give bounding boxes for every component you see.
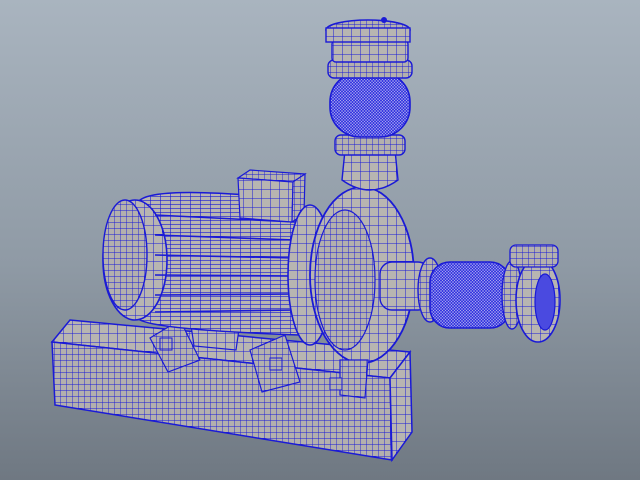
terminal-box: [236, 169, 307, 224]
wireframe-pump-model[interactable]: [0, 0, 640, 480]
vertical-discharge-pipe: [325, 17, 413, 191]
3d-viewport[interactable]: [0, 0, 640, 480]
